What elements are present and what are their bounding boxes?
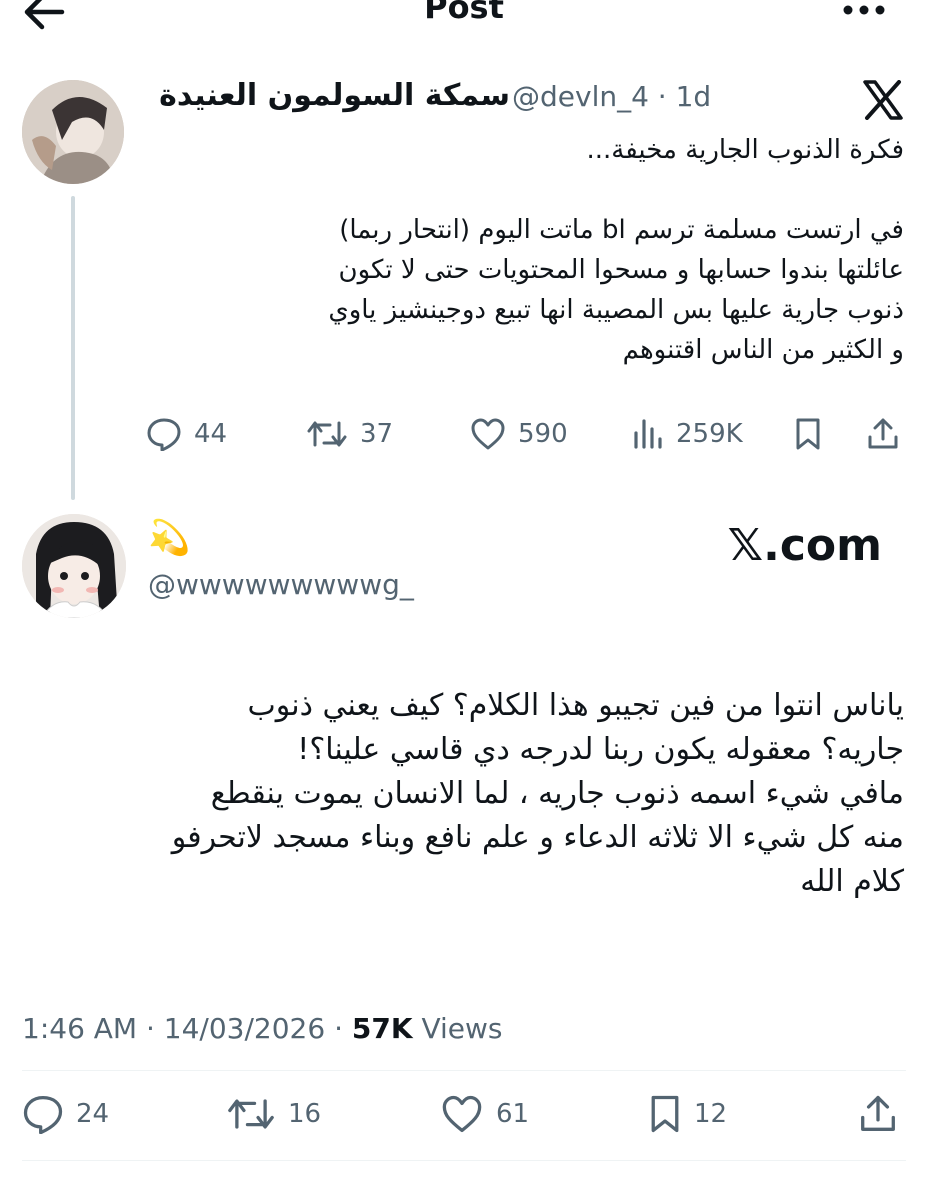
reply-count: 24: [76, 1099, 110, 1129]
bookmark-icon: [796, 418, 820, 450]
heart-icon: [442, 1095, 482, 1133]
author-handle[interactable]: @wwwwwwwwwg_: [148, 568, 414, 601]
author-avatar[interactable]: [22, 514, 126, 618]
tweet-line: كلام الله: [800, 864, 904, 899]
x-logo-icon: [862, 80, 904, 120]
display-name-emoji[interactable]: 💫: [148, 518, 190, 558]
more-options-button[interactable]: [840, 0, 888, 26]
repost-icon: [228, 1099, 274, 1129]
views-label: Views: [412, 1012, 503, 1045]
tweet-line: مافي شيء اسمه ذنوب جاريه ، لما الانسان ي…: [210, 776, 904, 811]
repost-count: 16: [288, 1099, 322, 1129]
bookmark-button[interactable]: 12: [648, 1092, 727, 1136]
quoted-reply-count: 44: [194, 419, 228, 449]
reply-icon: [23, 1096, 63, 1134]
quoted-like-button[interactable]: 590: [470, 414, 568, 454]
quoted-repost-button[interactable]: 37: [306, 414, 393, 454]
tweet-line: ياناس انتوا من فين تجيبو هذا الكلام؟ كيف…: [247, 688, 904, 723]
quoted-author-name[interactable]: سمكة السولمون العنيدة: [159, 78, 510, 113]
tweet-line: منه كل شيء الا ثلاثه الدعاء و علم نافع و…: [171, 820, 904, 855]
views-chart-icon: [634, 419, 662, 449]
quoted-repost-count: 37: [360, 419, 394, 449]
share-icon: [868, 418, 898, 449]
divider: [22, 1160, 906, 1161]
share-button[interactable]: [858, 1092, 898, 1136]
quoted-tweet-text: فكرة الذنوب الجارية مخيفة... في ارتست مس…: [144, 130, 904, 370]
tweet-timestamp[interactable]: 1:46 AM · 14/03/2026 ·: [22, 1012, 352, 1045]
page-title: Post: [424, 0, 504, 26]
quoted-views-button[interactable]: 259K: [632, 414, 743, 454]
heart-icon: [471, 418, 505, 450]
thread-connector-line: [71, 196, 75, 500]
quoted-tweet-line: في ارتست مسلمة ترسم bl ماتت اليوم (انتحا…: [339, 215, 904, 245]
tweet-text: ياناس انتوا من فين تجيبو هذا الكلام؟ كيف…: [20, 684, 904, 904]
reply-icon: [147, 418, 181, 451]
quoted-view-count: 259K: [676, 419, 743, 449]
quoted-share-button[interactable]: [866, 414, 900, 454]
quoted-bookmark-button[interactable]: [794, 414, 822, 454]
bookmark-icon: [651, 1095, 679, 1133]
quoted-author-handle[interactable]: @devln_4 · 1d: [512, 80, 711, 113]
quoted-like-count: 590: [518, 419, 568, 449]
views-count[interactable]: 57K: [352, 1012, 413, 1045]
bookmark-count: 12: [694, 1099, 728, 1129]
tweet-line: جاريه؟ معقوله يكون ربنا لدرجه دي قاسي عل…: [297, 732, 904, 767]
quoted-tweet-line: و الكثير من الناس اقتنوهم: [622, 335, 904, 365]
reply-button[interactable]: 24: [22, 1092, 109, 1136]
repost-button[interactable]: 16: [226, 1092, 321, 1136]
tweet-metadata: 1:46 AM · 14/03/2026 · 57K Views: [22, 1012, 502, 1045]
like-button[interactable]: 61: [440, 1092, 529, 1136]
quoted-reply-button[interactable]: 44: [146, 414, 227, 454]
repost-icon: [307, 421, 347, 447]
like-count: 61: [496, 1099, 530, 1129]
divider: [22, 1070, 906, 1071]
more-horizontal-icon: [843, 5, 885, 15]
quoted-tweet-line: ذنوب جارية عليها بس المصيبة انها تبيع دو…: [328, 295, 904, 325]
quoted-tweet-line: فكرة الذنوب الجارية مخيفة...: [586, 135, 904, 165]
quoted-author-avatar[interactable]: [22, 80, 124, 184]
x-com-watermark: 𝕏.com: [727, 520, 882, 571]
share-icon: [861, 1095, 895, 1131]
quoted-tweet-line: عائلتها بندوا حسابها و مسحوا المحتويات ح…: [338, 255, 904, 285]
